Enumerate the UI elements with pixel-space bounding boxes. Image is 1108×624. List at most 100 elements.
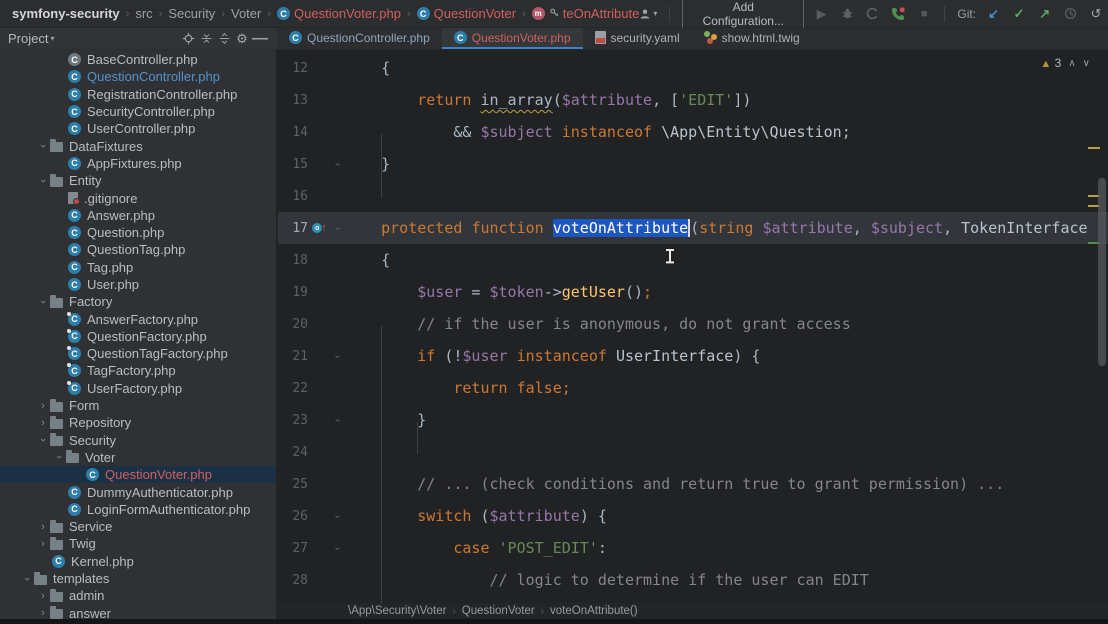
editor-breadcrumb-item[interactable]: voteOnAttribute() bbox=[550, 605, 638, 617]
tree-item-form[interactable]: › Form bbox=[0, 397, 276, 414]
tree-item-dummyauthenticator-php[interactable]: C DummyAuthenticator.php bbox=[0, 483, 276, 500]
tree-item-question-php[interactable]: C Question.php bbox=[0, 224, 276, 241]
debug-icon[interactable] bbox=[839, 5, 856, 23]
breadcrumb-item[interactable]: symfony-security bbox=[12, 6, 120, 21]
line-number[interactable]: 19 bbox=[278, 285, 308, 300]
tree-item-answer-php[interactable]: C Answer.php bbox=[0, 207, 276, 224]
locate-icon[interactable] bbox=[179, 32, 197, 45]
fold-start-icon[interactable]: › bbox=[331, 351, 345, 362]
tree-item-userfactory-php[interactable]: C UserFactory.php bbox=[0, 380, 276, 397]
chevron-collapsed-icon[interactable]: › bbox=[36, 590, 50, 602]
tree-item-factory[interactable]: › Factory bbox=[0, 293, 276, 310]
tree-item-service[interactable]: › Service bbox=[0, 518, 276, 535]
tree-item-twig[interactable]: › Twig bbox=[0, 535, 276, 552]
editor-breadcrumb-item[interactable]: \App\Security\Voter bbox=[348, 605, 446, 617]
stop-icon[interactable]: ■ bbox=[916, 5, 933, 23]
line-number[interactable]: 18 bbox=[278, 253, 308, 268]
tree-item-securitycontroller-php[interactable]: C SecurityController.php bbox=[0, 103, 276, 120]
line-number[interactable]: 16 bbox=[278, 189, 308, 204]
line-number[interactable]: 13 bbox=[278, 93, 308, 108]
line-number[interactable]: 28 bbox=[278, 573, 308, 588]
breadcrumb-item[interactable]: C QuestionVoter.php bbox=[277, 6, 401, 21]
line-number[interactable]: 27 bbox=[278, 541, 308, 556]
line-number[interactable]: 20 bbox=[278, 317, 308, 332]
tree-item-admin[interactable]: › admin bbox=[0, 587, 276, 604]
next-warning-icon[interactable]: ∨ bbox=[1083, 58, 1090, 69]
tree-item-usercontroller-php[interactable]: C UserController.php bbox=[0, 120, 276, 137]
line-number[interactable]: 22 bbox=[278, 381, 308, 396]
hide-panel-icon[interactable]: — bbox=[251, 30, 269, 48]
git-update-icon[interactable]: ↙ bbox=[985, 5, 1002, 23]
tree-item-questioncontroller-php[interactable]: C QuestionController.php bbox=[0, 68, 276, 85]
tree-item-templates[interactable]: › templates bbox=[0, 570, 276, 587]
line-number[interactable]: 25 bbox=[278, 477, 308, 492]
breadcrumb-item[interactable]: Voter bbox=[231, 6, 261, 21]
tree-item-questiontag-php[interactable]: C QuestionTag.php bbox=[0, 241, 276, 258]
chevron-expanded-icon[interactable]: › bbox=[37, 433, 49, 447]
chevron-collapsed-icon[interactable]: › bbox=[36, 400, 50, 412]
tree-item-entity[interactable]: › Entity bbox=[0, 172, 276, 189]
coverage-icon[interactable] bbox=[865, 5, 882, 23]
phone-debug-listen-icon[interactable] bbox=[890, 5, 907, 23]
run-icon[interactable]: ▶ bbox=[813, 5, 830, 23]
line-number[interactable]: 12 bbox=[278, 61, 308, 76]
line-number[interactable]: 23 bbox=[278, 413, 308, 428]
inspections-widget[interactable]: ▲ 3 ∧ ∨ bbox=[1040, 56, 1090, 70]
editor-scrollbar[interactable] bbox=[1098, 178, 1106, 366]
add-configuration-button[interactable]: Add Configuration... bbox=[682, 0, 805, 32]
tree-item-voter[interactable]: › Voter bbox=[0, 449, 276, 466]
expand-all-icon[interactable] bbox=[215, 32, 233, 45]
tree-item--gitignore[interactable]: .gitignore bbox=[0, 189, 276, 206]
tree-item-questionfactory-php[interactable]: C QuestionFactory.php bbox=[0, 328, 276, 345]
chevron-collapsed-icon[interactable]: › bbox=[36, 521, 50, 533]
code-editor[interactable]: 12 {13 return in_array($attribute, ['EDI… bbox=[278, 50, 1108, 603]
line-number[interactable]: 15 bbox=[278, 157, 308, 172]
git-push-icon[interactable]: ↗ bbox=[1036, 5, 1053, 23]
tree-item-basecontroller-php[interactable]: C BaseController.php bbox=[0, 51, 276, 68]
collapse-all-icon[interactable] bbox=[197, 32, 215, 45]
fold-start-icon[interactable]: › bbox=[331, 223, 345, 234]
tab-security-yaml[interactable]: security.yaml bbox=[583, 28, 692, 49]
line-number[interactable]: 26 bbox=[278, 509, 308, 524]
tab-questionvoter-php[interactable]: C QuestionVoter.php bbox=[441, 28, 583, 49]
chevron-collapsed-icon[interactable]: › bbox=[36, 538, 50, 550]
line-number[interactable]: 21 bbox=[278, 349, 308, 364]
tree-item-repository[interactable]: › Repository bbox=[0, 414, 276, 431]
git-commit-icon[interactable]: ✓ bbox=[1011, 5, 1028, 23]
editor-breadcrumb-item[interactable]: QuestionVoter bbox=[462, 605, 535, 617]
tree-item-answer[interactable]: › answer bbox=[0, 605, 276, 619]
tree-item-user-php[interactable]: C User.php bbox=[0, 276, 276, 293]
breadcrumb-item[interactable]: m teOnAttribute bbox=[531, 6, 639, 21]
chevron-collapsed-icon[interactable]: › bbox=[36, 417, 50, 429]
tree-item-registrationcontroller-php[interactable]: C RegistrationController.php bbox=[0, 86, 276, 103]
fold-start-icon[interactable]: › bbox=[331, 511, 345, 522]
line-number[interactable]: 24 bbox=[278, 445, 308, 460]
previous-warning-icon[interactable]: ∧ bbox=[1068, 58, 1075, 69]
tree-item-datafixtures[interactable]: › DataFixtures bbox=[0, 137, 276, 154]
history-icon[interactable] bbox=[1062, 5, 1079, 23]
line-number[interactable]: 14 bbox=[278, 125, 308, 140]
settings-icon[interactable]: ⚙ bbox=[233, 31, 251, 47]
overrides-method-icon[interactable]: o ↑ bbox=[308, 222, 331, 234]
chevron-collapsed-icon[interactable]: › bbox=[36, 607, 50, 619]
tree-item-questionvoter-php[interactable]: C QuestionVoter.php bbox=[0, 466, 276, 484]
breadcrumb-item[interactable]: C QuestionVoter bbox=[416, 6, 516, 21]
tree-item-tagfactory-php[interactable]: C TagFactory.php bbox=[0, 362, 276, 379]
tree-item-kernel-php[interactable]: C Kernel.php bbox=[0, 553, 276, 570]
tree-item-appfixtures-php[interactable]: C AppFixtures.php bbox=[0, 155, 276, 172]
tree-item-answerfactory-php[interactable]: C AnswerFactory.php bbox=[0, 310, 276, 327]
tab-questioncontroller-php[interactable]: C QuestionController.php bbox=[277, 28, 442, 49]
rollback-icon[interactable]: ↺ bbox=[1088, 5, 1105, 23]
fold-end-icon[interactable]: › bbox=[331, 159, 345, 170]
fold-start-icon[interactable]: › bbox=[331, 543, 345, 554]
line-number[interactable]: 17 bbox=[278, 221, 308, 236]
chevron-expanded-icon[interactable]: › bbox=[37, 174, 49, 188]
project-panel-title[interactable]: Project bbox=[8, 31, 48, 46]
tree-item-questiontagfactory-php[interactable]: C QuestionTagFactory.php bbox=[0, 345, 276, 362]
fold-end-icon[interactable]: › bbox=[331, 415, 345, 426]
chevron-expanded-icon[interactable]: › bbox=[37, 139, 49, 153]
breadcrumb-item[interactable]: src bbox=[135, 6, 152, 21]
chevron-expanded-icon[interactable]: › bbox=[53, 450, 65, 464]
breadcrumb-item[interactable]: Security bbox=[168, 6, 215, 21]
tree-item-tag-php[interactable]: C Tag.php bbox=[0, 259, 276, 276]
